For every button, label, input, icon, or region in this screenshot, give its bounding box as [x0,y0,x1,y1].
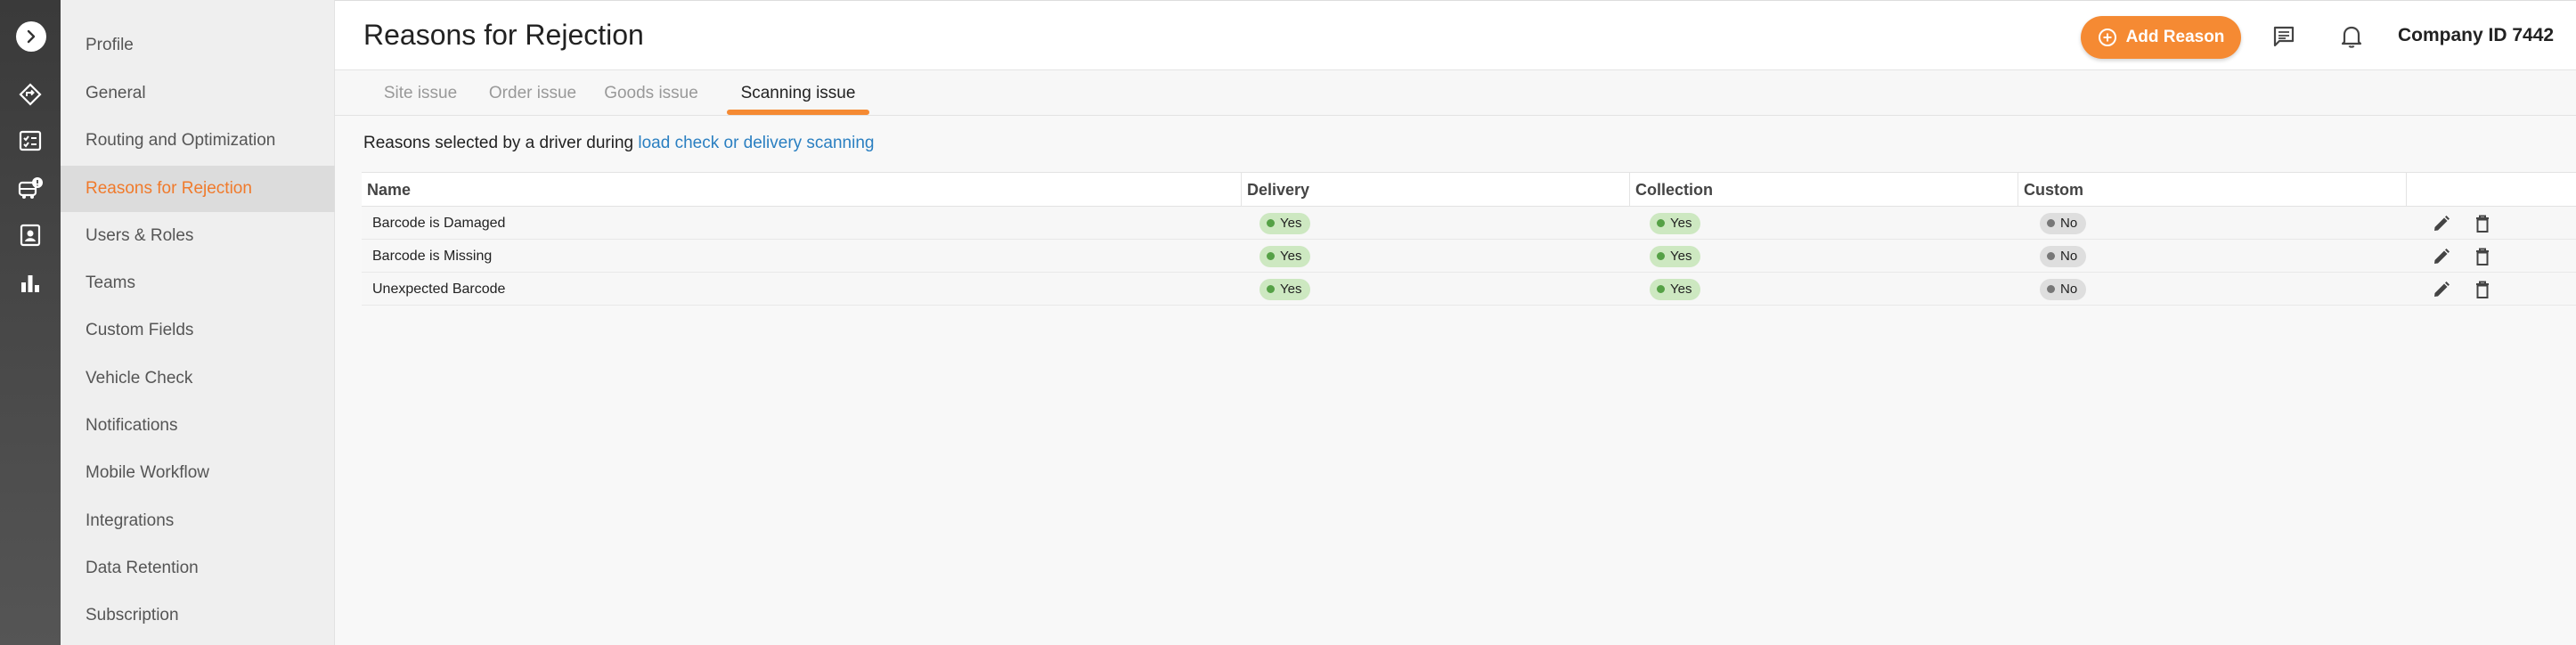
delivery-badge: Yes [1259,245,1311,267]
sidebar-item-label: Vehicle Check [86,369,193,388]
sidebar-item-users-roles[interactable]: Users & Roles [61,213,335,259]
route-icon[interactable] [14,78,46,110]
description: Reasons selected by a driver during load… [363,134,874,153]
collection-badge: Yes [1650,278,1701,300]
sidebar-item-label: Data Retention [86,559,199,577]
vehicle-alert-icon[interactable] [14,173,46,205]
tab-order-issue[interactable]: Order issue [481,71,584,116]
settings-sidebar: Profile General Routing and Optimization… [61,0,335,645]
sidebar-item-subscription[interactable]: Subscription [61,592,335,639]
edit-icon[interactable] [2430,278,2453,301]
badge-label: No [2060,249,2078,264]
column-header-name[interactable]: Name [362,173,1242,207]
description-text: Reasons selected by a driver during [363,134,639,152]
custom-badge: No [2040,278,2087,300]
delete-icon[interactable] [2471,212,2494,235]
contacts-icon[interactable] [14,219,46,251]
table-row[interactable]: Barcode is Damaged Yes Yes No [362,207,2576,240]
table-header: Name Delivery Collection Custom [362,173,2576,207]
sidebar-item-data-retention[interactable]: Data Retention [61,545,335,592]
collection-badge: Yes [1650,212,1701,234]
tab-bar: Site issue Order issue Goods issue Scann… [335,71,2576,116]
page-title: Reasons for Rejection [363,19,644,51]
active-tab-indicator [727,110,869,115]
sidebar-item-mobile-workflow[interactable]: Mobile Workflow [61,450,335,496]
custom-badge: No [2040,245,2087,267]
company-id: Company ID 7442 [2398,25,2555,45]
delete-icon[interactable] [2471,245,2494,268]
badge-label: Yes [1280,216,1302,231]
badge-label: Yes [1670,282,1692,297]
sidebar-item-label: Reasons for Rejection [86,179,252,198]
column-header-collection[interactable]: Collection [1630,173,2018,207]
delivery-badge: Yes [1259,212,1311,234]
sidebar-item-label: Subscription [86,606,179,625]
reason-name: Barcode is Damaged [372,215,506,231]
custom-badge: No [2040,212,2087,234]
sidebar-item-label: Custom Fields [86,321,194,339]
plus-circle-icon [2098,28,2117,47]
sidebar-item-integrations[interactable]: Integrations [61,498,335,544]
sidebar-item-label: Profile [86,36,134,54]
sidebar-item-teams[interactable]: Teams [61,260,335,306]
column-header-delivery[interactable]: Delivery [1242,173,1630,207]
sidebar-item-label: Users & Roles [86,226,194,245]
sidebar-item-reasons-for-rejection[interactable]: Reasons for Rejection [61,166,335,212]
add-reason-button[interactable]: Add Reason [2081,16,2241,59]
badge-label: Yes [1280,249,1302,264]
sidebar-item-label: Routing and Optimization [86,131,276,150]
tab-site-issue[interactable]: Site issue [374,71,467,116]
sidebar-item-label: Notifications [86,416,178,435]
delivery-badge: Yes [1259,278,1311,300]
sidebar-item-notifications[interactable]: Notifications [61,403,335,449]
column-header-custom[interactable]: Custom [2018,173,2407,207]
badge-label: No [2060,216,2078,231]
icon-rail [0,0,61,645]
edit-icon[interactable] [2430,245,2453,268]
tab-goods-issue[interactable]: Goods issue [599,71,704,116]
sidebar-item-label: General [86,84,146,102]
sidebar-item-profile[interactable]: Profile [61,22,335,69]
sidebar-item-custom-fields[interactable]: Custom Fields [61,307,335,354]
sidebar-item-general[interactable]: General [61,70,335,117]
collection-badge: Yes [1650,245,1701,267]
table-row[interactable]: Barcode is Missing Yes Yes No [362,240,2576,273]
chevron-right-icon[interactable] [16,21,46,52]
delete-icon[interactable] [2471,278,2494,301]
page-header: Reasons for Rejection Add Reason Company… [335,0,2576,70]
badge-label: Yes [1670,216,1692,231]
edit-icon[interactable] [2430,212,2453,235]
reason-name: Barcode is Missing [372,248,493,264]
badge-label: No [2060,282,2078,297]
reasons-table: Name Delivery Collection Custom Barcode … [362,172,2576,306]
sidebar-item-routing[interactable]: Routing and Optimization [61,118,335,164]
bar-chart-icon[interactable] [14,267,46,299]
badge-label: Yes [1280,282,1302,297]
sidebar-item-label: Integrations [86,511,175,530]
messages-icon[interactable] [2270,22,2298,51]
bell-icon[interactable] [2337,22,2366,51]
table-row[interactable]: Unexpected Barcode Yes Yes No [362,273,2576,306]
reason-name: Unexpected Barcode [372,281,506,297]
badge-label: Yes [1670,249,1692,264]
checklist-icon[interactable] [14,125,46,157]
add-reason-label: Add Reason [2125,28,2225,46]
sidebar-item-label: Mobile Workflow [86,463,210,482]
sidebar-item-vehicle-check[interactable]: Vehicle Check [61,355,335,402]
description-link[interactable]: load check or delivery scanning [638,134,874,152]
sidebar-item-label: Teams [86,274,135,292]
